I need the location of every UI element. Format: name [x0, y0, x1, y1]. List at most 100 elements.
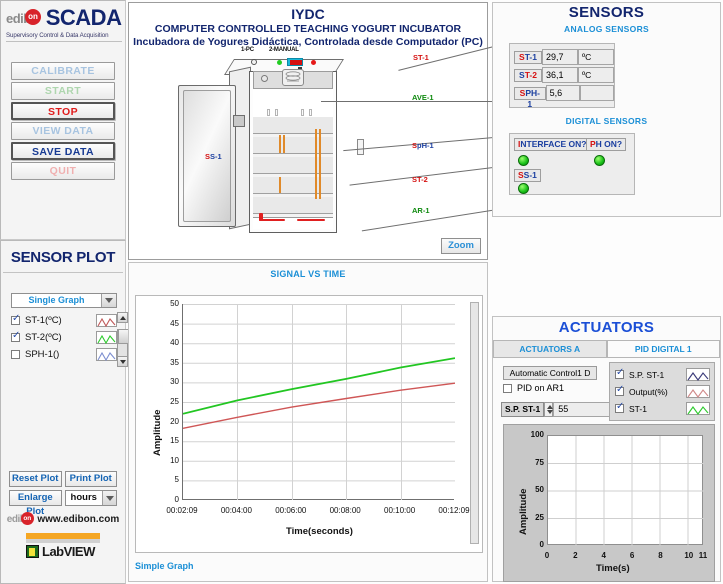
- pid-on-ar1-checkbox[interactable]: [503, 383, 512, 393]
- series-swatch-sph1[interactable]: [96, 348, 117, 362]
- signal-ytick: 50: [170, 299, 179, 308]
- signal-plot-svg: [183, 304, 455, 500]
- tab-actuators-a[interactable]: ACTUATORS A: [493, 340, 607, 358]
- sensors-title: SENSORS: [568, 4, 645, 21]
- pid-xtick: 4: [601, 551, 606, 560]
- quit-button[interactable]: QUIT: [11, 162, 115, 180]
- series-checkbox-st1[interactable]: [11, 313, 20, 325]
- pid-legend-row-sp-st1[interactable]: S.P. ST-1: [610, 366, 714, 383]
- pid-legend-label-st1: ST-1: [629, 403, 647, 414]
- pid-legend-swatch-output[interactable]: [686, 385, 710, 398]
- series-legend-list: ST-1(ºC) ST-2(ºC) SPH-1(): [11, 312, 129, 367]
- signal-ytick: 45: [170, 318, 179, 328]
- chevron-down-icon[interactable]: [101, 294, 116, 307]
- pid-legend-row-st1[interactable]: ST-1: [610, 400, 714, 417]
- print-plot-button[interactable]: Print Plot: [64, 471, 117, 487]
- signal-plot-area: [182, 304, 455, 500]
- scroll-down-icon[interactable]: [117, 356, 128, 367]
- legend-scrollbar[interactable]: [117, 312, 129, 367]
- actuators-panel: ACTUATORS ACTUATORS A PID DIGITAL 1 Auto…: [492, 316, 721, 582]
- series-checkbox-sph1[interactable]: [11, 350, 20, 359]
- scrollbar-track[interactable]: [117, 329, 129, 356]
- sensor-value-st2: 36,1: [542, 67, 578, 83]
- digital-led-ss1: [518, 183, 529, 194]
- pid-legend-checkbox-sp-st1[interactable]: [615, 367, 624, 379]
- chart-vertical-scrollbar[interactable]: [470, 302, 479, 544]
- digital-tag-ph: PH ON?: [586, 138, 627, 151]
- graph-mode-select[interactable]: Single Graph: [11, 293, 117, 308]
- enlarge-plot-button[interactable]: Enlarge Plot: [9, 490, 62, 517]
- view-data-button[interactable]: VIEW DATA: [11, 122, 115, 140]
- incubator-illustration: 1-PC 2-MANUAL SS-1: [177, 47, 367, 240]
- pid-legend-checkbox-output[interactable]: [615, 384, 624, 396]
- pid-chart[interactable]: Amplitude 0255075100 024681011: [503, 424, 715, 582]
- pid-on-ar1-row[interactable]: PID on AR1: [503, 383, 564, 393]
- reset-plot-button[interactable]: Reset Plot: [9, 471, 62, 487]
- signal-ytick: 25: [170, 397, 179, 406]
- edibon-website-link[interactable]: www.edibon.com: [37, 514, 119, 525]
- pid-legend-checkbox-st1[interactable]: [615, 401, 624, 413]
- start-button[interactable]: START: [11, 82, 115, 100]
- scroll-up-icon[interactable]: [117, 312, 128, 323]
- pid-ytick: 0: [539, 540, 544, 549]
- sensor-tag-sph1: SPH-1: [514, 86, 546, 109]
- brand-header: edib on SCADA Supervisory Control & Data…: [1, 1, 125, 44]
- pid-legend-swatch-sp-st1[interactable]: [686, 368, 710, 381]
- equipment-diagram-panel: IYDC COMPUTER CONTROLLED TEACHING YOGURT…: [128, 2, 509, 260]
- callout-ar1: AR-1: [412, 206, 430, 215]
- series-row-sph1[interactable]: SPH-1(): [11, 346, 117, 363]
- time-unit-select[interactable]: hours: [64, 490, 117, 506]
- leadline-st2: [349, 165, 507, 186]
- pid-legend-list: S.P. ST-1 Output(%) ST-1: [609, 362, 715, 421]
- stop-button[interactable]: STOP: [11, 102, 115, 120]
- tab-pid-digital-1[interactable]: PID DIGITAL 1: [606, 340, 720, 358]
- mode-label-manual: 2-MANUAL: [269, 47, 299, 53]
- calibrate-button[interactable]: CALIBRATE: [11, 62, 115, 80]
- signal-xtick: 00:08:00: [329, 506, 361, 515]
- pid-ytick: 75: [535, 457, 544, 467]
- series-row-st1[interactable]: ST-1(ºC): [11, 312, 117, 329]
- control-mode-label: Automatic Control1 D: [503, 366, 597, 380]
- sensor-tag-st2: ST-2: [514, 68, 542, 82]
- series-checkbox-st2[interactable]: [11, 330, 20, 342]
- labview-bar-grey: [26, 539, 100, 543]
- incubator-door: SS-1: [178, 85, 236, 227]
- series-label-st2: ST-2(ºC): [25, 332, 62, 343]
- zoom-button[interactable]: Zoom: [441, 238, 481, 254]
- plot-action-buttons: Reset Plot Print Plot Enlarge Plot hours…: [7, 471, 119, 559]
- pid-xtick: 2: [573, 551, 578, 560]
- digital-led-ph: [594, 155, 605, 166]
- signal-chart[interactable]: Amplitude 0 5 10 15 20 25 30 35 40 45 50 00:02:09 0…: [135, 295, 483, 553]
- sensor-value-sph1: 5,6: [545, 85, 580, 101]
- series-swatch-st1[interactable]: [96, 314, 117, 328]
- chevron-down-icon[interactable]: [102, 491, 116, 505]
- series-row-st2[interactable]: ST-2(ºC): [11, 329, 117, 346]
- pid-legend-swatch-st1[interactable]: [686, 402, 710, 415]
- sensor-plot-divider: [3, 272, 123, 273]
- pid-ytick: 25: [535, 512, 544, 522]
- signal-xtick: 00:02:09: [166, 506, 198, 515]
- setpoint-tag: S.P. ST-1: [501, 402, 545, 417]
- pid-ytick: 100: [530, 430, 544, 439]
- signal-ytick: 15: [170, 436, 179, 446]
- scada-subtitle: Supervisory Control & Data Acquisition: [6, 32, 109, 39]
- pid-xtick: 0: [544, 551, 550, 560]
- pid-legend-row-output[interactable]: Output(%): [610, 383, 714, 400]
- diagram-title-english: COMPUTER CONTROLLED TEACHING YOGURT INCU…: [154, 23, 462, 35]
- digital-led-interface: [518, 155, 529, 166]
- save-data-button[interactable]: SAVE DATA: [11, 142, 115, 160]
- edibon-logo-dot: on: [25, 8, 41, 25]
- pid-ytick: 50: [535, 485, 544, 494]
- actuators-tab-content: Automatic Control1 D PID on AR1 S.P. ST-…: [493, 357, 720, 584]
- series-swatch-st2[interactable]: [96, 331, 117, 345]
- labview-logo: LabVIEW: [26, 533, 100, 559]
- door-handle-icon: [233, 115, 245, 127]
- setpoint-stepper[interactable]: [544, 402, 554, 417]
- edibon-web-footer[interactable]: edib on www.edibon.com: [7, 512, 119, 525]
- control-dial-icon: [251, 59, 257, 65]
- main-button-stack: CALIBRATE START STOP VIEW DATA SAVE DATA…: [11, 62, 115, 180]
- labview-label: LabVIEW: [42, 544, 95, 559]
- analog-sensors-heading: ANALOG SENSORS: [564, 24, 649, 34]
- labview-icon: [26, 545, 39, 558]
- edibon-footer-logo: edib on: [7, 512, 34, 525]
